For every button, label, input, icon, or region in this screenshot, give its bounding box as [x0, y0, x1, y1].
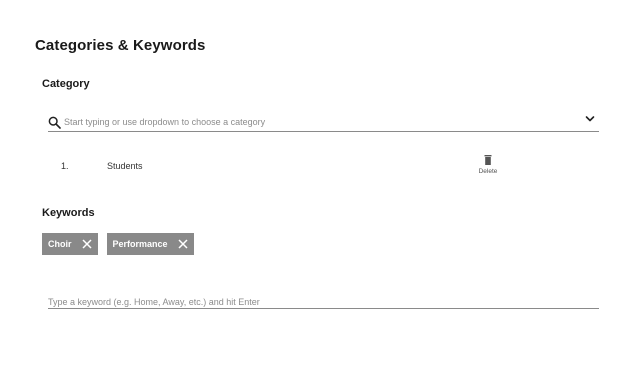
delete-category-button[interactable]: Delete	[474, 153, 502, 181]
search-icon	[48, 116, 61, 129]
close-icon[interactable]	[81, 239, 92, 249]
trash-icon	[484, 155, 492, 165]
keyword-input-field[interactable]	[48, 292, 599, 310]
keyword-chip-list: Choir Performance	[42, 233, 194, 255]
category-search-input[interactable]	[64, 113, 599, 130]
categories-keywords-page: Categories & Keywords Category 1. Studen…	[0, 0, 640, 392]
category-list-item: 1. Students Delete	[0, 150, 640, 182]
chevron-down-icon[interactable]	[584, 113, 596, 125]
keyword-input[interactable]	[48, 294, 599, 310]
delete-label: Delete	[478, 168, 498, 175]
close-icon[interactable]	[178, 239, 188, 249]
keyword-chip-choir: Choir	[42, 233, 98, 255]
category-search-field[interactable]	[48, 112, 599, 132]
keyword-chip-label: Performance	[112, 239, 168, 249]
page-title: Categories & Keywords	[35, 37, 206, 54]
keyword-chip-performance: Performance	[106, 233, 194, 255]
category-section-title: Category	[42, 78, 90, 90]
category-item-name: Students	[107, 161, 143, 171]
keyword-chip-label: Choir	[48, 239, 72, 249]
category-item-index: 1.	[61, 161, 69, 171]
keywords-section-title: Keywords	[42, 207, 95, 219]
